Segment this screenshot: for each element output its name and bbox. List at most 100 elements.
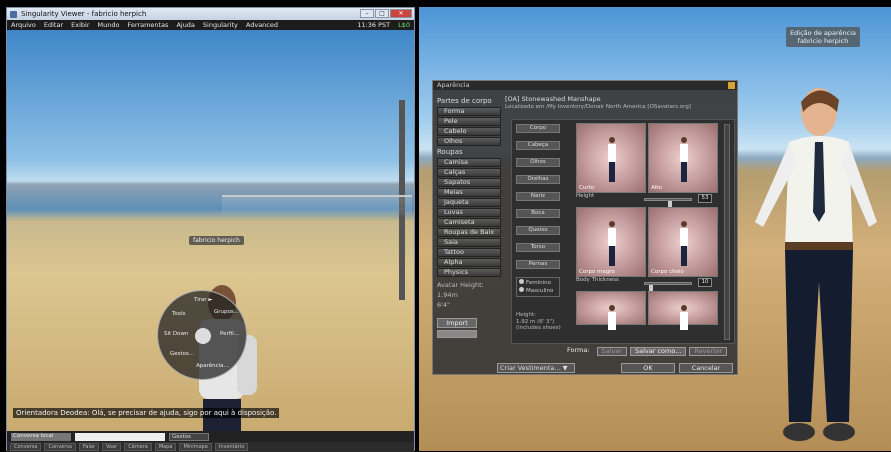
local-chat-label[interactable]: Conversa local [11, 432, 71, 441]
radio-feminino[interactable]: Feminino [519, 279, 557, 287]
outfit-header: [OA] Stonewashed Manshape Localizado em … [505, 95, 691, 111]
tb-conversa2[interactable]: Conversa [44, 443, 76, 451]
cancel-button[interactable]: Cancelar [679, 363, 733, 373]
pie-aparencia[interactable]: Aparência... [196, 363, 229, 369]
pie-grupos[interactable]: Grupos... [214, 309, 239, 315]
appearance-view: Edição de aparência fabricio herpich Apa… [419, 7, 891, 451]
tab-physics[interactable]: Physics [437, 268, 501, 277]
avatar-thumb-icon [680, 305, 688, 330]
save-as-button[interactable]: Salvar como... [629, 347, 687, 356]
close-button[interactable]: ✕ [390, 9, 412, 18]
tab-luvas[interactable]: Luvas [437, 208, 501, 217]
tb-minimapa[interactable]: Minimapa [179, 443, 212, 451]
balance[interactable]: L$0 [398, 21, 410, 29]
dialog-title[interactable]: Aparência [433, 81, 737, 90]
pie-sit-down[interactable]: Sit Down [164, 331, 189, 337]
sub-cabeca[interactable]: Cabeça [516, 141, 560, 150]
tab-forma[interactable]: Forma [437, 107, 501, 116]
create-outfit-dropdown[interactable]: Criar Vestimenta... ▼ [497, 363, 575, 373]
tb-camera[interactable]: Câmera [124, 443, 152, 451]
pie-tirar[interactable]: Tirar ► [194, 297, 213, 303]
tab-olhos[interactable]: Olhos [437, 137, 501, 146]
thickness-slider[interactable] [644, 282, 692, 293]
ok-button[interactable]: OK [621, 363, 675, 373]
tab-camiseta[interactable]: Camiseta [437, 218, 501, 227]
menu-editar[interactable]: Editar [44, 21, 63, 29]
tab-jaqueta[interactable]: Jaqueta [437, 198, 501, 207]
thumb-alto[interactable]: Alto [648, 123, 718, 193]
shape-actions: Forma: Salvar Salvar como... Reverter [563, 347, 728, 356]
sub-corpo[interactable]: Corpo [516, 124, 560, 133]
pie-perfil[interactable]: Perfil... [220, 331, 239, 337]
tb-voar[interactable]: Voar [101, 443, 122, 451]
tab-alpha[interactable]: Alpha [437, 258, 501, 267]
tb-conversa[interactable]: Conversa [10, 443, 42, 451]
height-slider[interactable] [644, 198, 692, 209]
thumb-corpo-cheio[interactable]: Corpo cheio [648, 207, 718, 277]
secondary-button[interactable] [437, 330, 477, 338]
tb-inventario[interactable]: Inventário [214, 443, 249, 451]
panel-scrollbar[interactable] [724, 124, 730, 340]
pie-menu: Tirar ► Grupos... Perfil... Aparência...… [157, 290, 247, 380]
gestures-dropdown[interactable]: Gestos [169, 432, 209, 441]
menu-mundo[interactable]: Mundo [98, 21, 120, 29]
close-icon[interactable] [728, 82, 735, 89]
thumb-row3-b[interactable] [648, 291, 718, 330]
gender-radio-group: Feminino Masculino [516, 277, 560, 297]
menu-bar: Arquivo Editar Exibir Mundo Ferramentas … [7, 20, 414, 30]
menu-ferramentas[interactable]: Ferramentas [127, 21, 168, 29]
pie-tools[interactable]: Tools [172, 311, 186, 317]
menu-arquivo[interactable]: Arquivo [11, 21, 36, 29]
sub-torso[interactable]: Torso [516, 243, 560, 252]
revert-button[interactable]: Reverter [689, 347, 728, 356]
param-height: Height 53 [576, 193, 726, 209]
body-parts-header: Partes de corpo [437, 97, 492, 105]
menu-exibir[interactable]: Exibir [71, 21, 89, 29]
thumb-row3-a[interactable] [576, 291, 646, 330]
thumb-corpo-magro[interactable]: Corpo magro [576, 207, 646, 277]
tab-camisa[interactable]: Camisa [437, 158, 501, 167]
sub-olhos[interactable]: Olhos [516, 158, 560, 167]
sub-orelhas[interactable]: Orelhas [516, 175, 560, 184]
sub-queixo[interactable]: Queixo [516, 226, 560, 235]
tab-meias[interactable]: Meias [437, 188, 501, 197]
world-view[interactable]: fabricio herpich Tirar ► Grupos... Perfi… [7, 30, 414, 437]
tab-roupas-de-baixo[interactable]: Roupas de Baix [437, 228, 501, 237]
thumb-alto-label: Alto [651, 185, 662, 191]
tab-sapatos[interactable]: Sapatos [437, 178, 501, 187]
menu-singularity[interactable]: Singularity [203, 21, 238, 29]
menu-ajuda[interactable]: Ajuda [176, 21, 194, 29]
height-value[interactable]: 53 [698, 194, 712, 203]
tab-cabelo[interactable]: Cabelo [437, 127, 501, 136]
tab-calcas[interactable]: Calças [437, 168, 501, 177]
avatar-front-view[interactable] [749, 82, 879, 451]
import-button[interactable]: Import [437, 318, 477, 328]
avatar-thumb-icon [608, 137, 616, 182]
thickness-value[interactable]: 10 [698, 278, 712, 287]
chat-input[interactable] [75, 432, 165, 441]
tb-mapa[interactable]: Mapa [154, 443, 177, 451]
tab-tattoo[interactable]: Tattoo [437, 248, 501, 257]
clock: 11:36 PST [357, 21, 391, 29]
pie-gestos[interactable]: Gestos... [170, 351, 194, 357]
thumb-curto[interactable]: Curto [576, 123, 646, 193]
window-title: Singularity Viewer - fabricio herpich [21, 10, 147, 18]
sub-boca[interactable]: Boca [516, 209, 560, 218]
radio-masculino[interactable]: Masculino [519, 287, 557, 295]
tb-falar[interactable]: Falar [78, 443, 99, 451]
height-note-line-3: (includes shoes) [516, 325, 561, 331]
window-titlebar[interactable]: Singularity Viewer - fabricio herpich – … [7, 8, 414, 20]
save-button[interactable]: Salvar [596, 347, 627, 356]
tab-pele[interactable]: Pele [437, 117, 501, 126]
thumbnail-grid: Curto Alto Height 53 Corpo magro Corpo c… [576, 123, 726, 330]
sub-nariz[interactable]: Nariz [516, 192, 560, 201]
sub-pernas[interactable]: Pernas [516, 260, 560, 269]
pie-center[interactable] [195, 328, 211, 344]
tab-saia[interactable]: Saia [437, 238, 501, 247]
menu-advanced[interactable]: Advanced [246, 21, 278, 29]
avatar-height-info: Avatar Height: 1.94m 6'4" [437, 280, 501, 310]
minimize-button[interactable]: – [360, 9, 374, 18]
dialog-title-text: Aparência [437, 81, 470, 89]
thumb-corpo-cheio-label: Corpo cheio [651, 269, 684, 275]
maximize-button[interactable]: □ [375, 9, 389, 18]
